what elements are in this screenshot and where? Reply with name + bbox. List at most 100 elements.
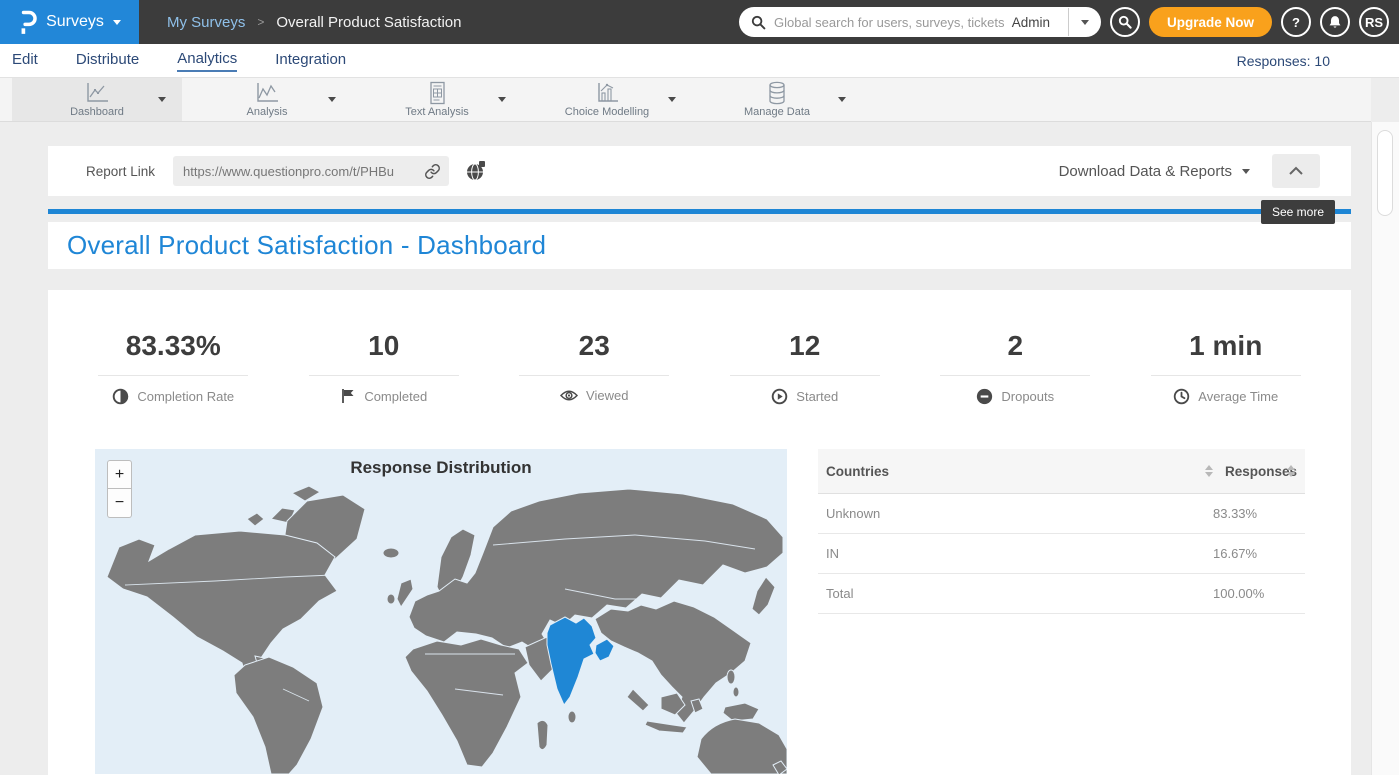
user-avatar[interactable]: RS: [1359, 7, 1389, 37]
map-north-america: [107, 531, 337, 689]
analysis-dropdown-chevron-icon[interactable]: [328, 97, 336, 102]
map-india-highlight[interactable]: [547, 617, 596, 705]
stat-completion-rate: 83.33% Completion Rate: [68, 330, 279, 405]
report-url-input[interactable]: [183, 164, 418, 179]
response-distribution-map[interactable]: Response Distribution + −: [95, 449, 787, 774]
minus-circle-icon: [976, 388, 993, 405]
page-title: Overall Product Satisfaction - Dashboard: [67, 230, 546, 261]
choice-modelling-dropdown-chevron-icon[interactable]: [668, 97, 676, 102]
breadcrumb-separator: >: [257, 15, 264, 29]
countries-table: Countries Responses Unknown 83.33% IN 16…: [818, 449, 1305, 774]
table-row-unknown: Unknown 83.33%: [818, 494, 1305, 534]
search-scope-chevron-icon[interactable]: [1081, 20, 1089, 25]
map-india-northeast-highlight[interactable]: [595, 639, 614, 661]
tab-distribute[interactable]: Distribute: [76, 51, 139, 71]
notifications-button[interactable]: [1320, 7, 1350, 37]
link-icon[interactable]: [424, 163, 441, 180]
play-circle-icon: [771, 388, 788, 405]
choice-modelling-icon: [594, 81, 620, 105]
global-search-input[interactable]: [774, 15, 1004, 30]
clock-icon: [1173, 388, 1190, 405]
stat-viewed: 23 Viewed: [489, 330, 700, 405]
map-africa: [405, 639, 528, 767]
toolbar-item-dashboard[interactable]: Dashboard: [12, 78, 182, 121]
vertical-scrollbar[interactable]: [1371, 122, 1399, 775]
upgrade-now-button[interactable]: Upgrade Now: [1149, 7, 1272, 37]
map-zoom-controls: + −: [107, 460, 132, 518]
dashboard-main-card: 83.33% Completion Rate 10: [48, 290, 1351, 775]
report-link-bar: Report Link Download Data & Reports: [48, 146, 1351, 196]
map-zoom-in-button[interactable]: +: [107, 460, 132, 489]
topbar-actions: Admin Upgrade Now ? RS: [739, 7, 1399, 37]
analysis-chart-icon: [254, 81, 280, 105]
stat-completed: 10 Completed: [279, 330, 490, 405]
survey-section-nav: Edit Distribute Analytics Integration Re…: [0, 44, 1399, 78]
see-more-tooltip: See more: [1261, 200, 1335, 224]
distribution-section: Response Distribution + − Countries Resp…: [48, 449, 1351, 774]
manage-data-dropdown-chevron-icon[interactable]: [838, 97, 846, 102]
collapse-panel-button[interactable]: [1272, 154, 1320, 188]
database-icon: [764, 81, 790, 105]
accent-divider-bar: [48, 209, 1351, 214]
breadcrumb: My Surveys > Overall Product Satisfactio…: [167, 14, 461, 31]
toolbar-item-analysis[interactable]: Analysis: [182, 78, 352, 121]
world-map[interactable]: [95, 449, 787, 774]
map-south-america: [234, 657, 323, 774]
sort-responses-icon[interactable]: [1287, 465, 1295, 477]
map-japan: [752, 577, 775, 615]
map-madagascar: [537, 720, 548, 749]
countries-table-header: Countries Responses: [818, 449, 1305, 494]
questionpro-analytics-dashboard: Surveys My Surveys > Overall Product Sat…: [0, 0, 1399, 775]
toolbar-item-text-analysis[interactable]: Text Analysis: [352, 78, 522, 121]
download-data-reports-dropdown[interactable]: Download Data & Reports: [1059, 163, 1250, 180]
report-url-box[interactable]: [173, 156, 449, 186]
text-analysis-icon: [424, 81, 450, 105]
tab-edit[interactable]: Edit: [12, 51, 38, 71]
search-button[interactable]: [1110, 7, 1140, 37]
toolbar-item-choice-modelling[interactable]: Choice Modelling: [522, 78, 692, 121]
product-switcher[interactable]: Surveys: [0, 0, 139, 44]
breadcrumb-my-surveys[interactable]: My Surveys: [167, 14, 245, 31]
survey-stats-row: 83.33% Completion Rate 10: [48, 290, 1351, 405]
stat-started: 12 Started: [700, 330, 911, 405]
avatar-initials: RS: [1365, 15, 1383, 30]
questionpro-logo-icon: [18, 9, 37, 35]
bell-icon: [1328, 15, 1342, 30]
responses-column-header[interactable]: Responses: [1225, 464, 1287, 479]
text-analysis-dropdown-chevron-icon[interactable]: [498, 97, 506, 102]
toolbar-item-manage-data[interactable]: Manage Data: [692, 78, 862, 121]
search-scope-label: Admin: [1012, 15, 1060, 30]
dashboard-title-card: Overall Product Satisfaction - Dashboard: [48, 222, 1351, 269]
help-button[interactable]: ?: [1281, 7, 1311, 37]
dashboard-chart-icon: [84, 81, 110, 105]
global-search[interactable]: Admin: [739, 7, 1101, 37]
eye-icon: [560, 388, 578, 403]
search-scope-divider: [1068, 8, 1069, 36]
sort-countries-icon[interactable]: [1205, 465, 1213, 477]
map-title: Response Distribution: [95, 458, 787, 478]
tab-analytics[interactable]: Analytics: [177, 50, 237, 72]
search-icon: [1118, 15, 1132, 29]
chevron-down-icon: [113, 20, 121, 25]
dashboard-dropdown-chevron-icon[interactable]: [158, 97, 166, 102]
table-row-in: IN 16.67%: [818, 534, 1305, 574]
top-navigation-bar: Surveys My Surveys > Overall Product Sat…: [0, 0, 1399, 44]
map-zoom-out-button[interactable]: −: [107, 489, 132, 518]
report-link-label: Report Link: [86, 164, 155, 179]
countries-column-header[interactable]: Countries: [826, 464, 1205, 479]
breadcrumb-current-survey: Overall Product Satisfaction: [276, 14, 461, 31]
chevron-up-icon: [1288, 166, 1304, 176]
report-visibility-button[interactable]: [465, 160, 487, 182]
download-chevron-icon: [1242, 169, 1250, 174]
flag-icon: [340, 388, 356, 404]
table-row-total: Total 100.00%: [818, 574, 1305, 614]
globe-lock-icon: [465, 160, 487, 182]
stat-dropouts: 2 Dropouts: [910, 330, 1121, 405]
question-mark-icon: ?: [1292, 15, 1300, 30]
scrollbar-thumb[interactable]: [1377, 130, 1393, 216]
analytics-toolbar: Dashboard Analysis Text Analysis: [0, 78, 1371, 122]
stat-average-time: 1 min Average Time: [1121, 330, 1332, 405]
responses-count: Responses: 10: [1237, 53, 1330, 69]
product-name: Surveys: [46, 13, 104, 31]
tab-integration[interactable]: Integration: [275, 51, 346, 71]
